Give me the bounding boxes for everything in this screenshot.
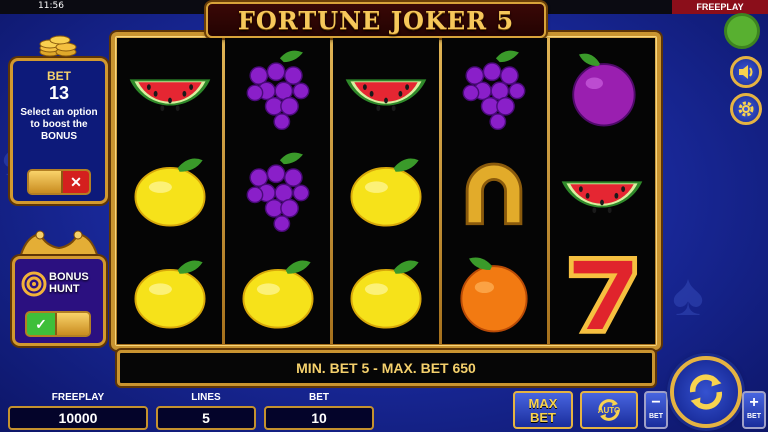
bonus-hunt-line1: BONUS [49,271,89,283]
target-icon [21,271,47,297]
bonus-hunt-toggle[interactable]: ✓ [25,311,91,337]
settings-button[interactable] [730,93,762,125]
plum-symbol [550,38,655,140]
grapes-symbol [442,38,547,140]
lemon-symbol [225,242,330,344]
clock: 11:56 [38,1,64,11]
reel-3 [333,38,439,344]
lemon-symbol [117,242,222,344]
x-icon: ✕ [63,171,89,193]
spade-decoration: ♠ [672,261,704,328]
bet-label: BET [309,392,329,403]
freeplay-balance: FREEPLAY 10000 [8,392,148,430]
check-icon: ✓ [27,313,55,335]
bet-increase-button[interactable]: + BET [742,391,766,429]
lines-label: LINES [191,392,221,403]
lines-value: 5 [156,406,256,430]
plus-icon: + [749,394,759,411]
watermelon-symbol [333,38,438,140]
gear-icon [738,101,754,117]
bet-boost-description: Select an option to boost the BONUS [20,107,98,142]
spin-button[interactable] [670,356,742,428]
bet-decrease-button[interactable]: − BET [644,391,668,429]
lemon-symbol [333,242,438,344]
status-indicator [724,13,760,49]
max-bet-line2: BET [530,410,556,425]
lemon-symbol [333,140,438,242]
freeplay-tag: FREEPLAY [672,0,768,14]
bet-boost-toggle[interactable]: ✕ [27,169,91,195]
orange-symbol [442,242,547,344]
spin-icon [690,374,722,410]
seven-symbol [550,242,655,344]
bet-boost-label: BET [47,69,71,83]
coin-stack-icon [39,35,77,57]
max-bet-line1: MAX [528,396,558,411]
bet-decrease-label: BET [649,413,663,420]
reel-4 [441,38,547,344]
autoplay-button[interactable]: AUTO [580,391,638,429]
watermelon-symbol [117,38,222,140]
game-title: FORTUNE JOKER 5 [237,6,515,35]
autoplay-label: AUTO [597,405,621,415]
bet-increase-label: BET [747,413,761,420]
reel-5 [549,38,656,344]
minus-icon: − [651,394,661,411]
max-bet-button[interactable]: MAX BET [513,391,573,429]
game-title-plate: FORTUNE JOKER 5 [206,2,546,38]
horseshoe-symbol [442,140,547,242]
reel-2 [225,38,331,344]
sound-button[interactable] [730,56,762,88]
toggle-knob [29,171,63,193]
reel-1 [117,38,223,344]
sound-icon [739,65,753,79]
lemon-symbol [117,140,222,242]
toggle-knob [55,313,89,335]
reels-grid [117,38,656,344]
bet-boost-value: 13 [48,83,70,103]
freeplay-label: FREEPLAY [51,392,105,403]
bonus-hunt-panel: BONUS HUNT ✓ [12,256,106,346]
bet-value: 10 [264,406,374,430]
lines-field: LINES 5 [156,392,256,430]
bet-boost-panel: BET 13 Select an option to boost the BON… [10,58,108,204]
freeplay-value: 10000 [8,406,148,430]
bet-field: BET 10 [264,392,374,430]
bet-range-info: MIN. BET 5 - MAX. BET 650 [117,350,655,386]
bonus-hunt-line2: HUNT [49,283,80,295]
grapes-symbol [225,140,330,242]
bonus-hunt-label: BONUS HUNT [49,271,89,295]
grapes-symbol [225,38,330,140]
watermelon-symbol [550,140,655,242]
